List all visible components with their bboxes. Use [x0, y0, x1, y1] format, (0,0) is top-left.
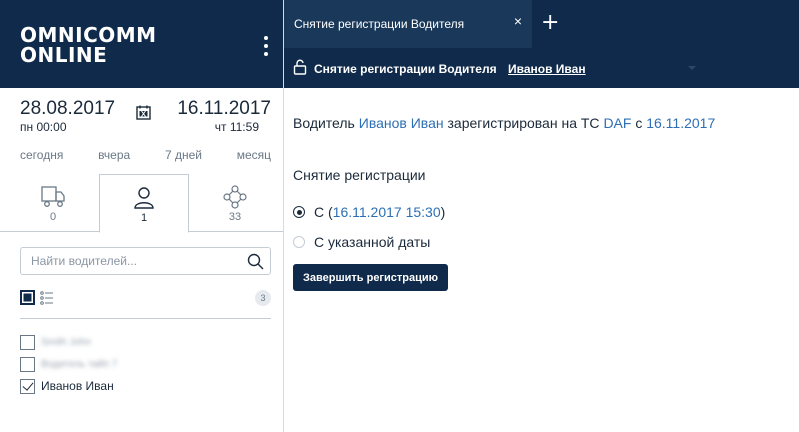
divider — [20, 318, 271, 319]
range-7-days[interactable]: 7 дней — [165, 148, 202, 162]
list-item[interactable]: Водитель тайп 7 — [20, 353, 271, 375]
close-icon[interactable]: × — [514, 13, 522, 29]
driver-link[interactable]: Иванов Иван — [359, 115, 444, 131]
range-today[interactable]: сегодня — [20, 148, 63, 162]
person-icon — [134, 187, 154, 209]
driver-name-obscured: Smith John — [41, 336, 92, 348]
search-icon[interactable] — [247, 253, 264, 270]
list-view-icon[interactable] — [40, 291, 54, 305]
logo-line1: OMNICOMM — [20, 23, 157, 47]
section-title: Снятие регистрации — [293, 167, 426, 183]
drivers-count: 1 — [140, 212, 148, 224]
chevron-down-icon[interactable] — [688, 66, 696, 70]
driver-search — [20, 247, 271, 275]
main-content: Водитель Иванов Иван зарегистрирован на … — [284, 88, 799, 432]
tab-groups[interactable]: 33 — [190, 174, 280, 232]
registration-info: Водитель Иванов Иван зарегистрирован на … — [293, 115, 715, 131]
page-title: Снятие регистрации Водителя — [314, 62, 497, 76]
driver-name-obscured: Водитель тайп 7 — [41, 358, 118, 370]
radio-button[interactable] — [293, 236, 305, 248]
list-item[interactable]: Иванов Иван — [20, 375, 271, 397]
list-count-badge: 3 — [255, 290, 271, 306]
omnicomm-logo[interactable]: OMNICOMM ONLINE — [20, 25, 157, 65]
groups-count: 33 — [228, 211, 242, 223]
tab-label: Снятие регистрации Водителя — [294, 17, 465, 31]
date-to[interactable]: 16.11.2017 — [177, 98, 271, 120]
info-prefix: Водитель — [293, 115, 355, 131]
sidebar: OMNICOMM ONLINE 28.08.2017 пн 00:00 16.1… — [0, 0, 284, 432]
tab-unregister-driver[interactable]: Снятие регистрации Водителя × — [284, 0, 532, 48]
logo-line2: ONLINE — [20, 43, 108, 67]
radio-button[interactable] — [293, 206, 305, 218]
option1-date: 16.11.2017 15:30 — [332, 204, 441, 220]
driver-select[interactable]: Иванов Иван — [508, 62, 698, 76]
option1-suffix: ) — [440, 204, 446, 220]
brand-header: OMNICOMM ONLINE — [0, 0, 283, 88]
time-from: пн 00:00 — [20, 120, 67, 134]
range-month[interactable]: месяц — [237, 148, 271, 162]
unlock-icon[interactable] — [293, 59, 307, 75]
add-tab-icon[interactable]: + — [541, 12, 559, 34]
driver-list: Smith John Водитель тайп 7 Иванов Иван — [20, 331, 271, 397]
range-yesterday[interactable]: вчера — [98, 148, 130, 162]
vehicle-link[interactable]: DAF — [603, 115, 631, 131]
info-c: с — [635, 115, 643, 131]
finish-registration-button[interactable]: Завершить регистрацию — [293, 264, 449, 291]
calendar-icon[interactable] — [136, 105, 151, 120]
tab-drivers[interactable]: 1 — [99, 174, 189, 233]
object-type-tabs: 0 1 33 — [0, 174, 283, 233]
truck-icon — [41, 186, 65, 207]
list-toolbar: 3 — [20, 289, 271, 307]
driver-name: Иванов Иван — [41, 379, 114, 393]
select-all-checkbox[interactable] — [20, 290, 35, 305]
driver-checkbox[interactable] — [20, 378, 35, 394]
group-icon — [223, 185, 247, 209]
search-input[interactable] — [21, 248, 231, 274]
document-header: Снятие регистрации Водителя Иванов Иван — [284, 48, 799, 88]
document-tabbar: Снятие регистрации Водителя × + — [284, 0, 799, 48]
list-item[interactable]: Smith John — [20, 331, 271, 353]
kebab-menu-icon[interactable] — [258, 36, 274, 56]
driver-checkbox[interactable] — [20, 334, 35, 350]
registration-date: 16.11.2017 — [646, 115, 716, 131]
option1-prefix: С ( — [314, 204, 333, 220]
vehicles-count: 0 — [49, 211, 57, 223]
option2-label: С указанной даты — [314, 234, 431, 250]
option-from-registration[interactable]: С (16.11.2017 15:30) — [293, 204, 445, 220]
period-selector: 28.08.2017 пн 00:00 16.11.2017 чт 11:59 … — [0, 88, 283, 174]
date-from[interactable]: 28.08.2017 — [20, 98, 115, 120]
info-mid: зарегистрирован на ТС — [447, 115, 600, 131]
tab-vehicles[interactable]: 0 — [8, 174, 98, 232]
quick-ranges: сегодня вчера 7 дней месяц — [20, 148, 271, 162]
driver-checkbox[interactable] — [20, 356, 35, 372]
time-to: чт 11:59 — [214, 120, 259, 134]
option-specified-date[interactable]: С указанной даты — [293, 234, 430, 250]
